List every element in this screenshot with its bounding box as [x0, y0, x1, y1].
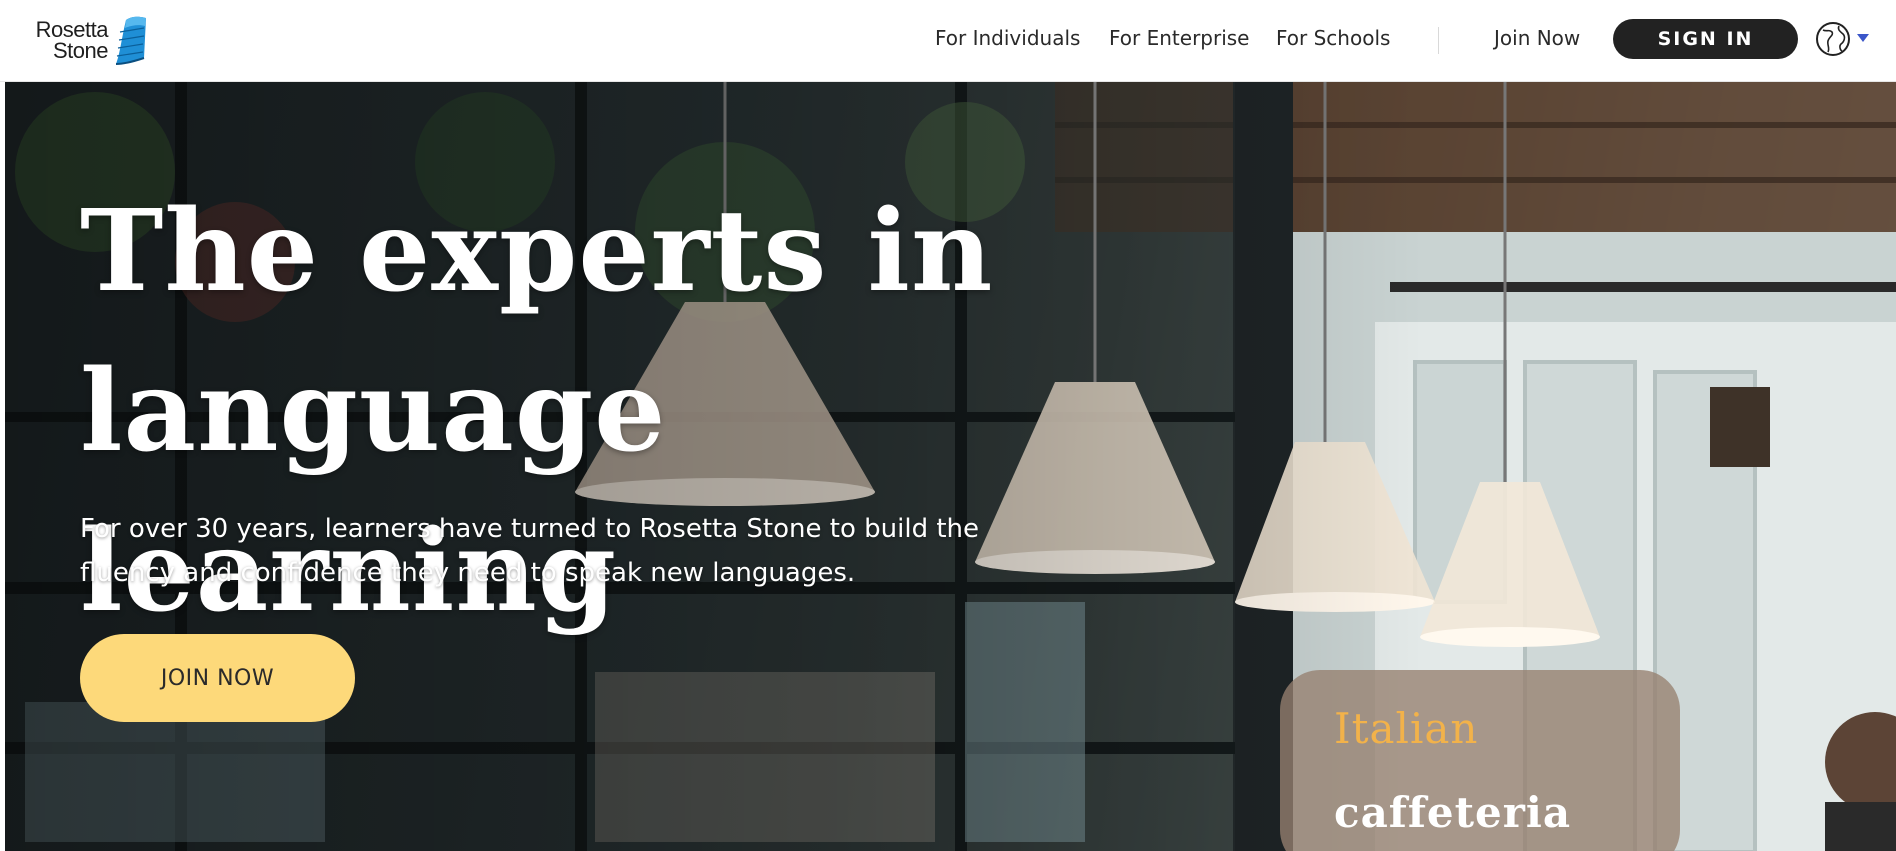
- vocab-word: caffeteria: [1334, 788, 1572, 837]
- hero-headline-line2: language learning: [80, 346, 667, 637]
- globe-icon[interactable]: [1815, 20, 1851, 58]
- nav-for-enterprise[interactable]: For Enterprise: [1109, 26, 1250, 50]
- rosetta-stone-logo[interactable]: Rosetta Stone: [28, 14, 150, 66]
- hero-subheading: For over 30 years, learners have turned …: [80, 514, 980, 588]
- logo-wordmark: Rosetta Stone: [28, 17, 109, 63]
- nav-for-individuals[interactable]: For Individuals: [935, 26, 1080, 50]
- caret-down-icon[interactable]: [1857, 34, 1869, 42]
- nav-for-schools[interactable]: For Schools: [1276, 26, 1390, 50]
- sign-in-button[interactable]: SIGN IN: [1613, 19, 1798, 59]
- site-header: Rosetta Stone For Individuals For Enterp…: [0, 0, 1896, 82]
- nav-divider: [1438, 27, 1439, 54]
- vocabulary-card: Italian caffeteria: [1280, 670, 1680, 851]
- logo-wordmark-line2: Stone: [53, 38, 109, 63]
- join-now-button[interactable]: JOIN NOW: [80, 634, 355, 722]
- nav-join-now-link[interactable]: Join Now: [1494, 26, 1580, 50]
- logo-wordmark-line1: Rosetta: [35, 17, 109, 42]
- hero-section: The experts in language learning For ove…: [5, 82, 1896, 851]
- hero-headline-line1: The experts in: [80, 186, 994, 317]
- rosetta-stone-logo-mark-icon: [115, 16, 146, 65]
- vocab-language: Italian: [1334, 704, 1479, 753]
